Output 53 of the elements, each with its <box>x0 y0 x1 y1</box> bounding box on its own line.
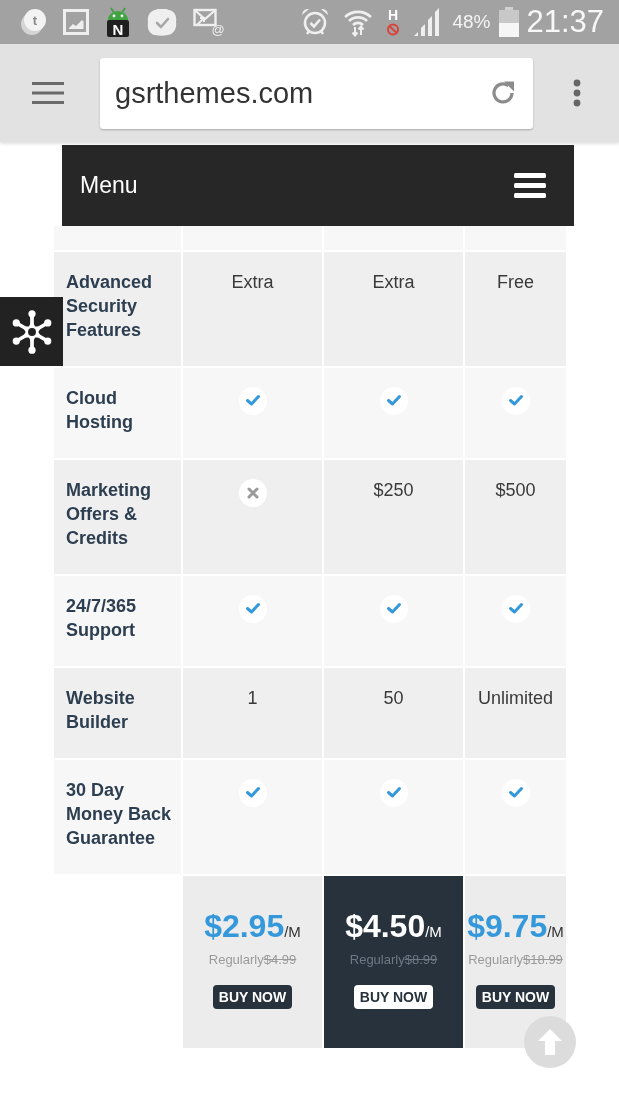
cell-value: $500 <box>495 480 536 500</box>
reload-icon[interactable] <box>489 79 517 107</box>
plan-price: $2.95 <box>204 908 285 944</box>
buy-now-button[interactable]: BUY NOW <box>353 985 434 1009</box>
old-price: $18.99 <box>523 952 563 967</box>
more-menu-icon[interactable] <box>573 79 581 107</box>
cell-value: Unlimited <box>478 688 553 708</box>
battery-icon <box>499 7 520 37</box>
price-period: /M <box>425 923 442 940</box>
menu-label[interactable]: Menu <box>80 172 138 199</box>
address-field[interactable]: gsrthemes.com <box>100 57 533 129</box>
check-icon <box>238 779 267 807</box>
cross-icon <box>238 479 267 507</box>
regular-label: Regularly <box>208 952 264 967</box>
check-icon <box>501 387 530 415</box>
up-arrow-icon <box>537 1028 563 1056</box>
regular-label: Regularly <box>349 952 405 967</box>
price-period: /M <box>284 923 301 940</box>
check-icon <box>238 387 267 415</box>
cell-value: Free <box>497 272 534 292</box>
image-icon <box>63 9 89 35</box>
cell-value: Extra <box>231 272 274 292</box>
feature-label: Marketing Offers & Credits <box>66 479 153 550</box>
cell-value: Extra <box>372 272 415 292</box>
cell-value: 50 <box>383 688 404 708</box>
feature-label: Advanced Security Features <box>66 271 154 342</box>
buy-now-button[interactable]: BUY NOW <box>212 985 293 1009</box>
menu-icon[interactable] <box>514 173 546 198</box>
cell-value: 1 <box>247 688 258 708</box>
feature-label: 30 Day Money Back Guarantee <box>66 779 173 850</box>
check-icon <box>379 779 408 807</box>
check-icon <box>501 595 530 623</box>
feature-label: Website Builder <box>66 687 136 734</box>
floating-side-button[interactable] <box>0 297 63 366</box>
check-icon <box>379 387 408 415</box>
clock-time: 21:37 <box>526 4 604 40</box>
buy-now-button[interactable]: BUY NOW <box>475 985 556 1009</box>
check-icon <box>501 779 530 807</box>
check-icon <box>379 595 408 623</box>
old-price: $4.99 <box>263 952 297 967</box>
plan-price: $4.50 <box>345 908 426 944</box>
cell-value: $250 <box>373 480 414 500</box>
plan-price: $9.75 <box>467 908 548 944</box>
feature-label: 24/7/365 Support <box>66 595 138 642</box>
check-icon <box>238 595 267 623</box>
signal-icon <box>413 8 440 36</box>
old-price: $8.99 <box>404 952 438 967</box>
alarm-clock-icon <box>300 7 331 37</box>
feature-label: Cloud Hosting <box>66 387 134 434</box>
check-bubble-icon <box>147 8 177 36</box>
price-period: /M <box>547 923 564 940</box>
battery-percent: 48% <box>452 11 491 33</box>
regular-label: Regularly <box>468 952 524 967</box>
